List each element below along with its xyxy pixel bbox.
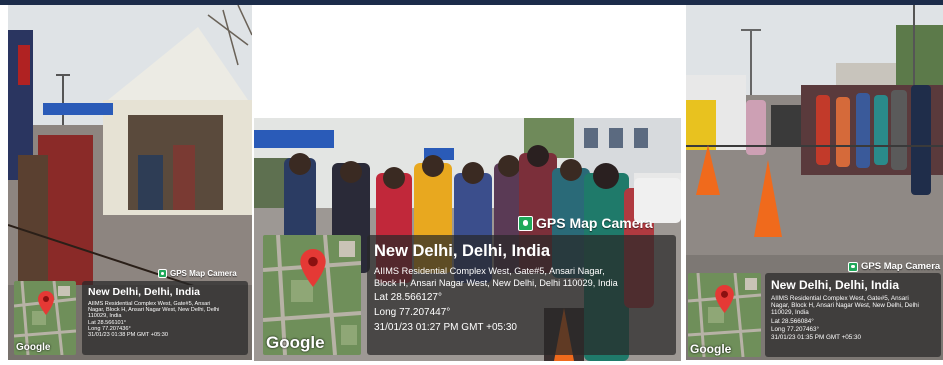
map-pin-icon — [715, 285, 734, 313]
photo-tent-area: GPS Map Camera Google New Delhi, Delhi, … — [8, 5, 252, 360]
map-pin-icon — [300, 249, 326, 287]
google-logo: Google — [16, 342, 51, 353]
gps-camera-label: GPS Map Camera — [158, 269, 237, 278]
gps-info-box: New Delhi, Delhi, India AIIMS Residentia… — [367, 235, 676, 355]
location-title: New Delhi, Delhi, India — [771, 278, 900, 292]
location-title: New Delhi, Delhi, India — [88, 286, 201, 298]
datetime: 31/01/23 01:38 PM GMT +05:30 — [88, 332, 168, 338]
gps-camera-label: GPS Map Camera — [848, 261, 940, 272]
address-line: AIIMS Residential Complex West, Gate#5, … — [771, 295, 909, 302]
camera-icon — [158, 269, 167, 278]
address-line: Nagar, Block H, Ansari Nagar West, New D… — [771, 302, 919, 309]
latitude: Lat 28.566127° — [374, 292, 442, 303]
address-line: 110029, India — [88, 313, 122, 319]
gps-camera-label: GPS Map Camera — [518, 215, 653, 231]
address-line: AIIMS Residential Complex West, Gate#5, … — [374, 266, 605, 276]
location-title: New Delhi, Delhi, India — [374, 242, 551, 260]
map-thumbnail: Google — [263, 235, 361, 355]
gps-info-box: New Delhi, Delhi, India AIIMS Residentia… — [765, 273, 941, 357]
photo-road-queue: GPS Map Camera Google New Delhi, Delhi, … — [686, 5, 943, 360]
longitude: Long 77.207447° — [374, 307, 451, 318]
datetime: 31/01/23 01:35 PM GMT +05:30 — [771, 334, 862, 341]
photo-group: GPS Map Camera Google New Delhi, Delhi, … — [254, 118, 681, 361]
map-pin-icon — [38, 291, 54, 315]
latitude: Lat 28.566084° — [771, 318, 814, 325]
datetime: 31/01/23 01:27 PM GMT +05:30 — [374, 322, 517, 333]
map-thumbnail: Google — [688, 273, 761, 357]
map-thumbnail: Google — [14, 281, 76, 355]
address-line: 110029, India — [771, 309, 809, 316]
camera-icon — [518, 215, 533, 231]
camera-icon — [848, 261, 858, 272]
longitude: Long 77.207463° — [771, 326, 820, 333]
google-logo: Google — [266, 333, 325, 352]
address-line: Block H, Ansari Nagar West, New Delhi, D… — [374, 278, 618, 288]
google-logo: Google — [690, 342, 732, 356]
gps-info-box: New Delhi, Delhi, India AIIMS Residentia… — [82, 281, 248, 355]
